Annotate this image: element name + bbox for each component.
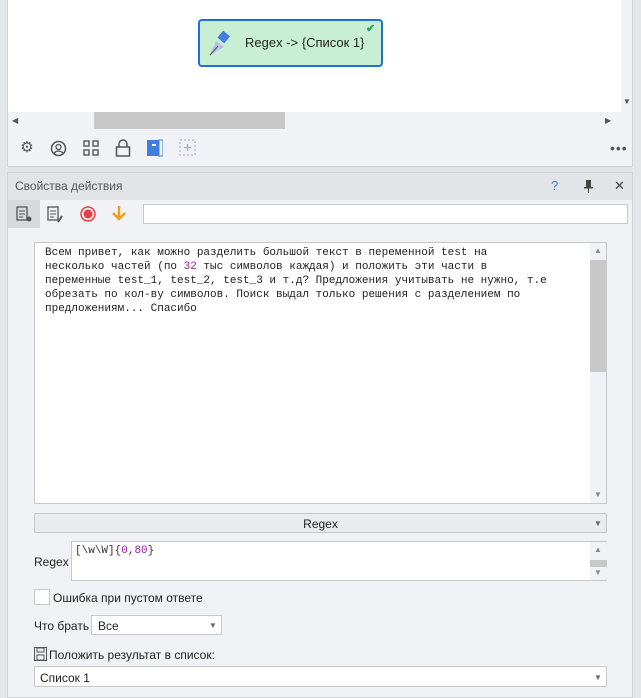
check-icon: ✔ (366, 23, 376, 35)
regex-number: 80 (134, 545, 148, 557)
action-node[interactable]: Regex -> {Список 1} ✔ (198, 19, 383, 67)
document-gear-icon (16, 206, 32, 222)
text-scroll-thumb[interactable] (590, 260, 606, 372)
regex-input[interactable]: [\w\W]{0,80} ▲ ▼ (71, 541, 607, 581)
scroll-left-icon[interactable]: ◀ (12, 116, 18, 125)
pin-icon[interactable] (584, 180, 593, 193)
properties-title: Свойства действия (15, 179, 123, 193)
regex-part: [\w\W]{ (75, 545, 122, 557)
close-button[interactable]: ✕ (614, 178, 625, 194)
regex-part: } (147, 545, 155, 557)
regex-number: 0 (121, 545, 128, 557)
chevron-down-icon: ▼ (594, 673, 602, 682)
chevron-down-icon: ▼ (209, 621, 217, 630)
error-checkbox[interactable] (34, 589, 50, 605)
book-icon[interactable] (147, 139, 163, 157)
regex-label: Regex (34, 555, 69, 569)
regex-scrollbar[interactable]: ▲ ▼ (590, 542, 607, 580)
error-checkbox-label: Ошибка при пустом ответе (53, 591, 203, 605)
canvas-vertical-scrollbar[interactable]: ▼ (621, 0, 632, 112)
scroll-thumb[interactable] (94, 112, 285, 129)
record-icon[interactable] (80, 206, 96, 222)
lock-icon[interactable] (115, 139, 131, 157)
scroll-down-icon[interactable]: ▼ (594, 568, 602, 577)
list-select[interactable]: Список 1 ▼ (34, 666, 607, 687)
user-circle-icon[interactable] (50, 140, 67, 157)
node-label: Regex -> {Список 1} (245, 35, 365, 50)
scroll-up-icon[interactable]: ▲ (594, 545, 602, 554)
take-label: Что брать (34, 619, 90, 633)
chevron-down-icon: ▼ (594, 519, 602, 528)
input-text-number: 32 (183, 261, 197, 273)
help-button[interactable]: ? (551, 178, 558, 193)
scroll-down-icon[interactable]: ▼ (623, 97, 631, 106)
mode-select[interactable]: Regex ▼ (34, 513, 607, 533)
tab-action-settings[interactable] (8, 200, 40, 228)
scroll-right-icon[interactable]: ▶ (605, 116, 611, 125)
save-icon (34, 647, 47, 661)
take-select-value: Все (98, 619, 119, 633)
grid-icon[interactable] (83, 140, 99, 156)
more-icon[interactable]: ••• (610, 140, 628, 156)
scroll-down-icon[interactable]: ▼ (594, 490, 602, 499)
input-text[interactable]: Всем привет, как можно разделить большой… (45, 246, 585, 316)
document-edit-icon[interactable] (47, 206, 64, 223)
save-to-list-label: Положить результат в список: (49, 648, 215, 662)
take-select[interactable]: Все ▼ (91, 615, 222, 635)
mode-select-value: Regex (303, 517, 338, 531)
add-dashed-icon[interactable] (179, 139, 196, 156)
list-select-value: Список 1 (40, 671, 90, 685)
pen-icon (209, 30, 231, 56)
properties-search-input[interactable] (143, 204, 628, 224)
scroll-thumb[interactable] (590, 560, 607, 567)
arrow-down-icon[interactable] (111, 205, 127, 222)
scroll-up-icon[interactable]: ▲ (594, 246, 602, 255)
gear-icon[interactable]: ⚙ (18, 139, 36, 157)
